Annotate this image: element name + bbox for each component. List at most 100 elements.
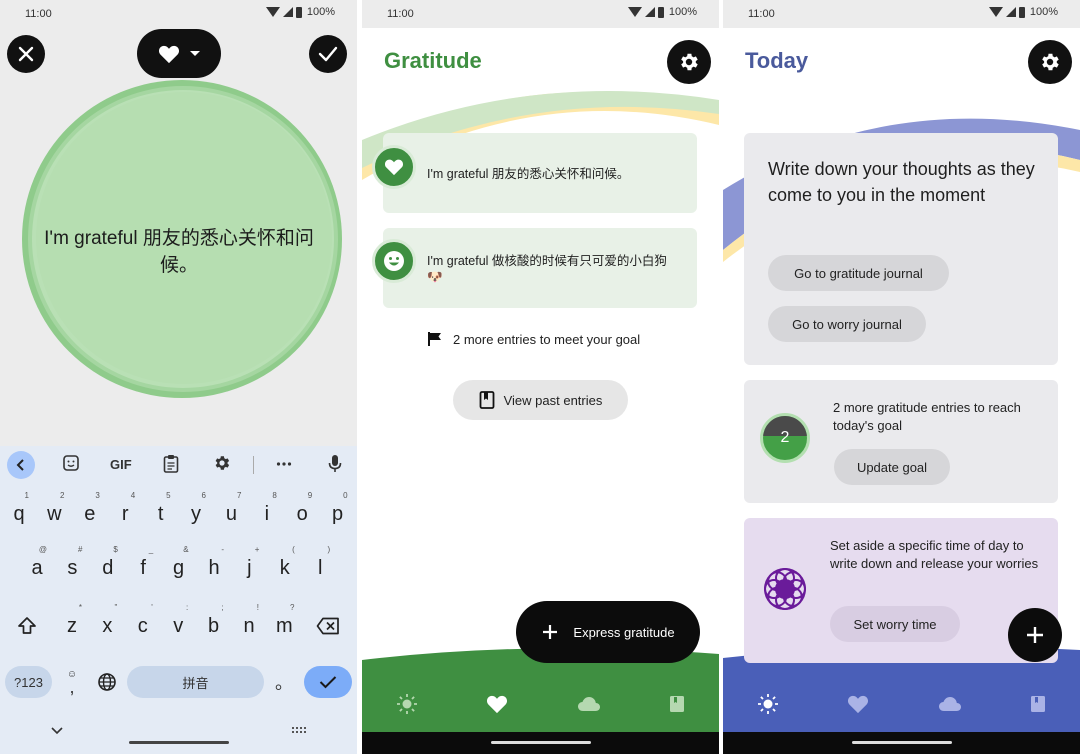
key-label: b (208, 614, 220, 637)
keyboard-settings-button[interactable] (213, 454, 231, 476)
key-e[interactable]: 3e (75, 491, 105, 534)
key-p[interactable]: 0p (323, 491, 353, 534)
confirm-button[interactable] (309, 35, 347, 73)
close-icon (18, 46, 34, 62)
goal-note-text: 2 more entries to meet your goal (453, 331, 641, 347)
symbols-key[interactable]: ?123 (5, 666, 52, 698)
key-s[interactable]: # s (57, 545, 87, 588)
nav-worry[interactable] (938, 696, 962, 717)
key-hint: - (221, 545, 224, 554)
entry-editor-screen: 11:00 100% I'm grateful 朋友的悉心关怀和问候。 GIF … (0, 0, 357, 754)
hide-keyboard-icon[interactable] (50, 726, 64, 736)
key-t[interactable]: 5t (146, 491, 176, 534)
voice-input-button[interactable] (328, 454, 342, 477)
system-nav-bar (723, 732, 1080, 754)
signal-icon (282, 7, 293, 17)
key-d[interactable]: $ d (93, 545, 123, 588)
nav-today[interactable] (396, 693, 418, 720)
nav-journal[interactable] (669, 695, 685, 718)
express-gratitude-label: Express gratitude (573, 624, 675, 640)
view-past-entries-button[interactable]: View past entries (453, 380, 628, 420)
heart-icon (848, 695, 869, 713)
key-label: l (317, 556, 323, 579)
add-entry-fab[interactable] (1008, 608, 1062, 662)
entry-text-input[interactable]: I'm grateful 朋友的悉心关怀和问候。 (34, 225, 324, 279)
daily-goal-card: 2 2 more gratitude entries to reach toda… (744, 380, 1058, 503)
express-gratitude-fab[interactable]: Express gratitude (516, 601, 700, 663)
key-f[interactable]: _ f (128, 545, 158, 588)
worry-journal-button[interactable]: Go to worry journal (768, 306, 926, 342)
key-v[interactable]: :v (163, 603, 193, 646)
nav-journal[interactable] (1030, 695, 1046, 718)
set-worry-time-button[interactable]: Set worry time (830, 606, 960, 642)
key-r[interactable]: 4r (110, 491, 140, 534)
key-l[interactable]: ) l (305, 545, 335, 588)
key-i[interactable]: 8i (252, 491, 282, 534)
shift-icon (18, 617, 36, 634)
backspace-key[interactable] (313, 606, 343, 646)
clipboard-button[interactable] (163, 454, 179, 477)
page-title: Gratitude (384, 48, 482, 73)
goal-progress-ring: 2 (760, 413, 810, 463)
close-button[interactable] (7, 35, 45, 73)
key-y[interactable]: 6y (181, 491, 211, 534)
key-q[interactable]: 1q (4, 491, 34, 534)
key-hint: : (185, 603, 189, 612)
more-button[interactable] (276, 450, 292, 477)
sun-icon (397, 693, 418, 714)
key-g[interactable]: & g (164, 545, 194, 588)
key-label: f (140, 556, 146, 579)
period-key[interactable]: 。 (272, 666, 296, 698)
gear-icon (1042, 53, 1059, 71)
update-goal-button[interactable]: Update goal (834, 449, 950, 485)
key-hint: ! (256, 603, 259, 612)
enter-key[interactable] (304, 666, 352, 698)
gratitude-journal-button[interactable]: Go to gratitude journal (768, 255, 949, 291)
space-key[interactable]: 拼音 (127, 666, 264, 698)
battery-level: 100% (306, 6, 335, 18)
key-a[interactable]: @ a (22, 545, 52, 588)
entry-text: I'm grateful 朋友的悉心关怀和问候。 (427, 167, 630, 181)
goal-note: 2 more entries to meet your goal (427, 331, 640, 347)
key-w[interactable]: 2w (39, 491, 69, 534)
key-n[interactable]: ! n (234, 603, 264, 646)
shift-key[interactable] (12, 606, 42, 646)
backspace-icon (316, 617, 339, 635)
nav-worry[interactable] (577, 696, 601, 717)
nav-gratitude[interactable] (847, 694, 869, 719)
language-key[interactable] (92, 666, 122, 698)
status-icons: 100% (265, 6, 335, 18)
key-h[interactable]: -h (199, 545, 229, 588)
flag-icon (428, 332, 441, 346)
key-hint: ( (292, 545, 295, 554)
key-label: m (276, 614, 293, 637)
key-z[interactable]: * z (57, 603, 87, 646)
smile-icon (384, 251, 404, 271)
key-b[interactable]: ; b (199, 603, 229, 646)
microphone-icon (328, 455, 342, 472)
settings-button[interactable] (667, 40, 711, 84)
key-hint: 7 (236, 491, 242, 500)
key-x[interactable]: " x (92, 603, 122, 646)
gif-button[interactable]: GIF (110, 457, 132, 472)
keyboard-collapse-button[interactable] (7, 451, 35, 479)
keyboard-switch-icon[interactable] (291, 726, 309, 736)
comma-key[interactable]: ☺ , (60, 666, 84, 698)
key-u[interactable]: 7u (216, 491, 246, 534)
check-icon (319, 676, 337, 689)
screenshot-collage: 11:00 100% I'm grateful 朋友的悉心关怀和问候。 GIF … (0, 0, 1080, 754)
key-label: z (67, 614, 77, 637)
nav-gratitude[interactable] (486, 694, 508, 719)
key-m[interactable]: ? m (269, 603, 299, 646)
entry-text: I'm grateful 做核酸的时候有只可爱的小白狗 🐶 (427, 254, 667, 284)
settings-button[interactable] (1028, 40, 1072, 84)
key-c[interactable]: ' c (128, 603, 158, 646)
nav-today[interactable] (757, 693, 779, 720)
key-j[interactable]: + j (234, 545, 264, 588)
key-o[interactable]: 9o (287, 491, 317, 534)
mood-selector[interactable] (137, 29, 221, 78)
sticker-button[interactable] (62, 454, 80, 476)
key-hint: " (114, 603, 118, 612)
gear-icon (681, 53, 698, 71)
key-k[interactable]: (k (270, 545, 300, 588)
